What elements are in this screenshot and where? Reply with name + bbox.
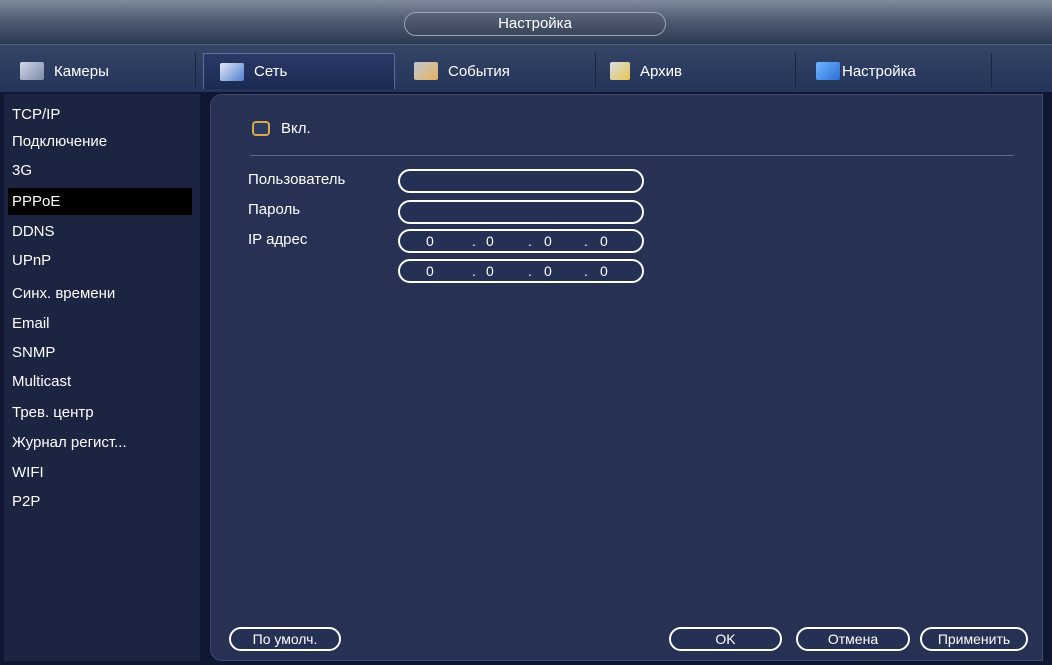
- ip-dot: .: [584, 233, 588, 249]
- ip-octet: 0: [544, 263, 552, 279]
- ip-dot: .: [528, 263, 532, 279]
- sidebar-item-connection[interactable]: Подключение: [8, 128, 192, 155]
- window-title: Настройка: [404, 12, 666, 36]
- settings-window: Настройка Камеры Сеть События Архив Наст…: [0, 0, 1052, 665]
- sidebar-item-wifi[interactable]: WIFI: [8, 459, 192, 486]
- default-button[interactable]: По умолч.: [229, 627, 341, 651]
- sidebar-item-p2p[interactable]: P2P: [8, 488, 192, 515]
- tab-archive[interactable]: Архив: [600, 53, 796, 89]
- tab-cameras[interactable]: Камеры: [6, 53, 196, 89]
- tab-label: Сеть: [254, 63, 288, 80]
- sidebar-item-multicast[interactable]: Multicast: [8, 368, 192, 395]
- tab-settings[interactable]: Настройка: [800, 53, 992, 89]
- ip-address-label: IP адрес: [248, 231, 308, 248]
- ip-dot: .: [528, 233, 532, 249]
- sidebar-item-3g[interactable]: 3G: [8, 157, 192, 184]
- archive-icon: [610, 62, 630, 80]
- password-label: Пароль: [248, 201, 301, 218]
- ok-button[interactable]: OK: [669, 627, 782, 651]
- enable-checkbox[interactable]: [252, 121, 270, 136]
- user-label: Пользователь: [248, 171, 346, 188]
- ip-octet: 0: [486, 233, 494, 249]
- sidebar-item-ddns[interactable]: DDNS: [8, 218, 192, 245]
- ip-octet: 0: [544, 233, 552, 249]
- tab-label: Архив: [640, 62, 683, 80]
- tab-label: События: [448, 62, 510, 80]
- divider: [250, 155, 1014, 156]
- tab-label: Камеры: [54, 62, 109, 80]
- enable-label: Вкл.: [281, 120, 311, 137]
- user-input[interactable]: [398, 169, 644, 193]
- password-input[interactable]: [398, 200, 644, 224]
- ip-address-input[interactable]: 0 . 0 . 0 . 0: [398, 229, 644, 253]
- apply-button[interactable]: Применить: [920, 627, 1028, 651]
- title-bar: Настройка: [0, 0, 1052, 44]
- sidebar-item-upnp[interactable]: UPnP: [8, 247, 192, 274]
- tab-events[interactable]: События: [400, 53, 596, 89]
- sidebar-item-pppoe[interactable]: PPPoE: [8, 188, 192, 215]
- sidebar-item-tcpip[interactable]: TCP/IP: [8, 101, 192, 128]
- ip-octet: 0: [600, 233, 608, 249]
- cameras-icon: [20, 62, 44, 80]
- ip-dot: .: [472, 233, 476, 249]
- events-icon: [414, 62, 438, 80]
- cancel-button[interactable]: Отмена: [796, 627, 910, 651]
- sidebar-item-snmp[interactable]: SNMP: [8, 339, 192, 366]
- ip-octet: 0: [426, 233, 434, 249]
- ip-dot: .: [584, 263, 588, 279]
- ip-octet: 0: [486, 263, 494, 279]
- sidebar-item-log[interactable]: Журнал регист...: [8, 429, 192, 456]
- sidebar-item-time-sync[interactable]: Синх. времени: [8, 280, 192, 307]
- network-icon: [220, 62, 244, 81]
- sidebar-item-alarm-center[interactable]: Трев. центр: [8, 399, 192, 426]
- ip-octet: 0: [426, 263, 434, 279]
- ip-octet: 0: [600, 263, 608, 279]
- sidebar: TCP/IP Подключение 3G PPPoE DDNS UPnP Си…: [4, 94, 200, 661]
- tab-network[interactable]: Сеть: [203, 53, 395, 89]
- sidebar-item-email[interactable]: Email: [8, 310, 192, 337]
- main-tab-bar: Камеры Сеть События Архив Настройка: [0, 44, 1052, 92]
- secondary-ip-input[interactable]: 0 . 0 . 0 . 0: [398, 259, 644, 283]
- tab-label: Настройка: [842, 62, 916, 80]
- ip-dot: .: [472, 263, 476, 279]
- settings-icon: [816, 62, 840, 80]
